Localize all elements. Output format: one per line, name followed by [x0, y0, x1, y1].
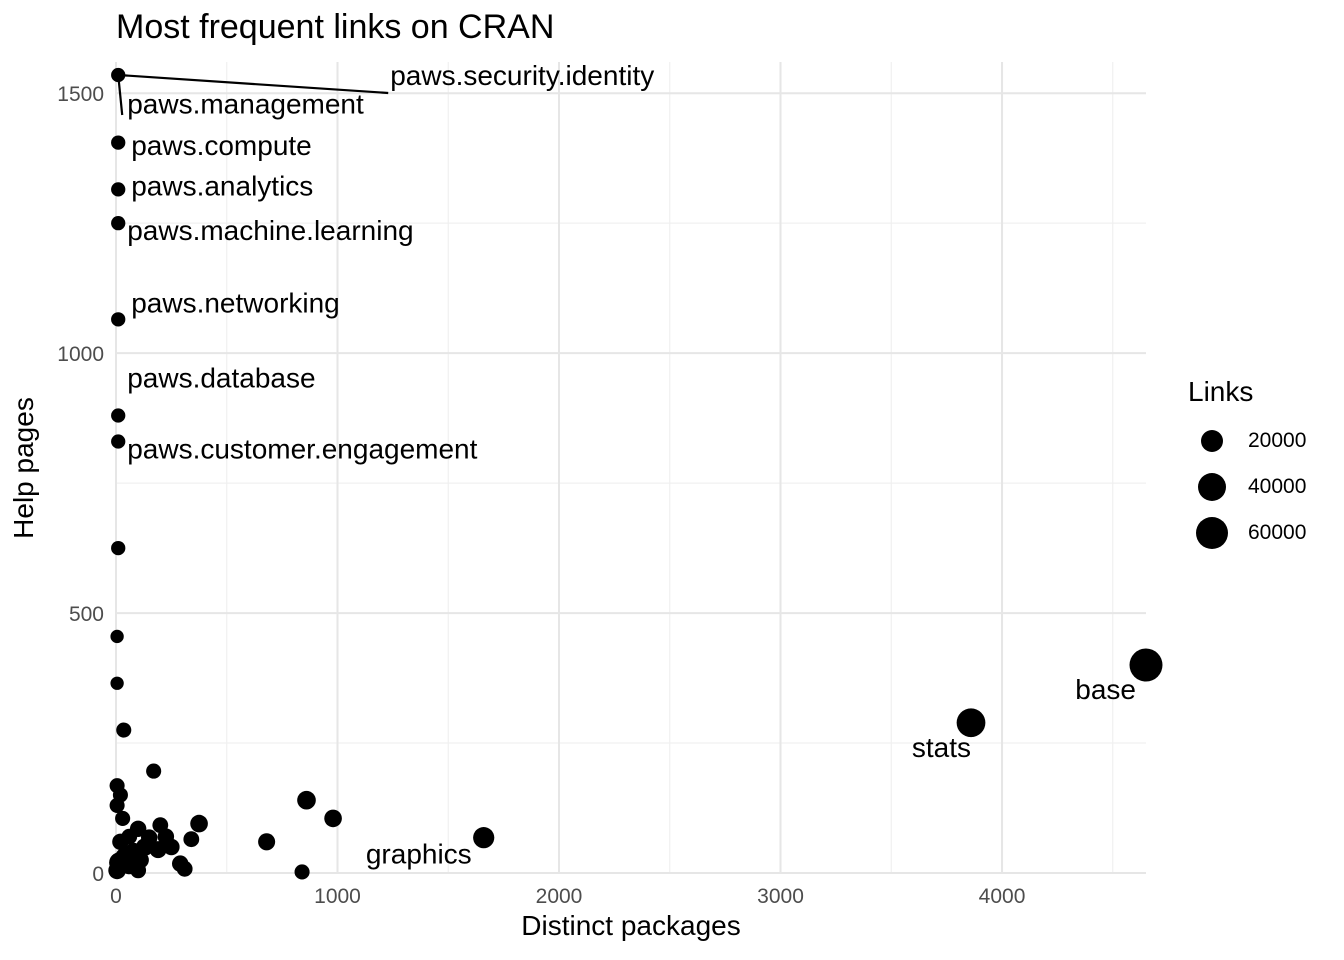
point-label: base: [1075, 674, 1136, 705]
data-point: [110, 629, 124, 644]
data-point: [297, 790, 316, 810]
legend-size-marker: [1195, 516, 1229, 550]
data-point: [111, 540, 126, 556]
data-point: [111, 434, 126, 449]
point-label: paws.customer.engagement: [127, 433, 477, 464]
point-label: paws.analytics: [131, 171, 313, 202]
data-point: [130, 862, 147, 879]
data-point: [111, 312, 126, 327]
point-label: paws.security.identity: [390, 60, 654, 91]
point-label: paws.machine.learning: [127, 215, 413, 246]
data-point: [116, 722, 132, 738]
data-point: [324, 809, 342, 828]
y-tick-label: 500: [69, 603, 104, 626]
point-label: stats: [912, 732, 971, 763]
data-point: [115, 810, 131, 826]
data-point: [176, 860, 193, 877]
data-point: [109, 797, 125, 813]
point-label: paws.networking: [131, 288, 340, 319]
legend-entries: 20000 40000 60000: [1188, 418, 1338, 556]
data-point: [473, 827, 495, 849]
x-tick-label: 0: [110, 885, 122, 908]
legend-entry: 60000: [1188, 510, 1338, 556]
size-legend: Links 20000 40000 60000: [1188, 376, 1338, 556]
legend-size-marker: [1197, 472, 1227, 502]
point-label: paws.management: [127, 89, 364, 120]
y-tick-label: 1500: [57, 83, 104, 106]
data-point: [146, 763, 162, 779]
x-tick-label: 2000: [536, 885, 583, 908]
x-tick-label: 3000: [757, 885, 804, 908]
legend-entry-label: 40000: [1248, 475, 1307, 498]
data-point: [294, 864, 310, 880]
legend-entry: 20000: [1188, 418, 1338, 464]
data-point: [110, 676, 124, 690]
point-label: paws.database: [127, 363, 315, 394]
x-tick-label: 1000: [314, 885, 361, 908]
legend-entry-label: 60000: [1248, 521, 1307, 544]
data-point: [111, 216, 126, 231]
scatter-plot: 0 1000 2000 3000 4000 0 500 1000 1500 paws.securi…: [57, 60, 1163, 908]
point-label: graphics: [366, 839, 472, 870]
y-tick-label: 1000: [57, 343, 104, 366]
data-point: [111, 135, 126, 150]
data-point: [190, 814, 208, 833]
y-axis-label: Help pages: [8, 397, 39, 539]
legend-title: Links: [1188, 376, 1254, 407]
data-point: [108, 861, 126, 880]
legend-entry: 40000: [1188, 464, 1338, 510]
y-tick-label: 0: [92, 863, 104, 886]
legend-size-marker: [1200, 429, 1224, 453]
data-point: [111, 408, 126, 423]
legend-entry-label: 20000: [1248, 429, 1307, 452]
data-point: [258, 833, 276, 851]
x-axis-label: Distinct packages: [521, 910, 741, 941]
data-point: [183, 831, 200, 848]
point-label: paws.compute: [131, 130, 312, 161]
x-tick-label: 4000: [979, 885, 1026, 908]
data-point: [111, 182, 126, 197]
